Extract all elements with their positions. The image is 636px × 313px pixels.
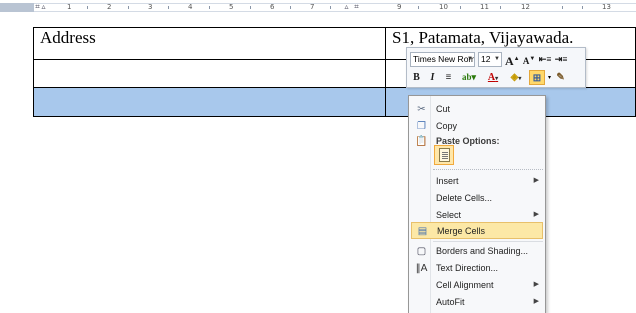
ruler-tick bbox=[168, 6, 169, 9]
grow-font-icon: A bbox=[505, 53, 514, 68]
ruler-indent-marker[interactable]: ▵ bbox=[343, 2, 350, 12]
ruler-tick bbox=[460, 6, 461, 9]
copy-icon: ❐ bbox=[417, 121, 426, 132]
chevron-down-icon[interactable]: ▾ bbox=[548, 74, 551, 81]
decrease-indent-icon[interactable]: ⇤≡ bbox=[539, 52, 552, 67]
ruler-number: 1 bbox=[67, 3, 72, 11]
ruler-tick bbox=[87, 6, 88, 9]
ruler-number: 9 bbox=[397, 3, 402, 11]
font-size-dropdown[interactable]: 12 ▼ bbox=[478, 51, 502, 67]
horizontal-ruler[interactable]: ⌗ ▵ 1 2 3 4 5 6 7 ▵ ⌗ 9 10 11 12 13 bbox=[0, 0, 636, 14]
mini-toolbar-row-top: Times New Rom ▼ 12 ▼ A▲ A▼ ⇤≡ ⇥≡ bbox=[410, 51, 568, 68]
submenu-arrow-icon: ▶ bbox=[533, 281, 539, 288]
bold-button[interactable]: B bbox=[410, 70, 423, 85]
menu-item-label: Delete Cells... bbox=[436, 193, 493, 203]
font-size-value: 12 bbox=[481, 53, 491, 64]
borders-icon[interactable]: ⊞ bbox=[529, 69, 545, 85]
menu-item-label: Copy bbox=[436, 121, 458, 131]
align-center-icon[interactable]: ≡ bbox=[442, 70, 455, 85]
ruler-margin bbox=[0, 3, 34, 12]
menu-item-label: Cell Alignment bbox=[436, 280, 494, 290]
ruler-tick bbox=[582, 6, 583, 9]
clipboard-icon: 📋 bbox=[415, 136, 428, 147]
scissors-icon: ✂ bbox=[417, 104, 426, 115]
shrink-font-button[interactable]: A▼ bbox=[523, 52, 536, 67]
ruler-number: 10 bbox=[439, 3, 448, 11]
ruler-number: 5 bbox=[229, 3, 234, 11]
ruler-number: 4 bbox=[188, 3, 193, 11]
ruler-number: 7 bbox=[310, 3, 315, 11]
ruler-tick bbox=[250, 6, 251, 9]
shading-icon[interactable]: ◈▾ bbox=[506, 70, 526, 85]
mini-toolbar: Times New Rom ▼ 12 ▼ A▲ A▼ ⇤≡ ⇥≡ B I ≡ a… bbox=[406, 47, 586, 88]
ruler-column-marker[interactable]: ⌗ bbox=[353, 2, 360, 12]
chevron-down-icon: ▼ bbox=[494, 55, 500, 62]
paste-document-icon bbox=[439, 148, 450, 162]
ruler-tick bbox=[209, 6, 210, 9]
text-direction-icon: ‖A bbox=[415, 263, 428, 274]
menu-item-merge-cells[interactable]: ▤ Merge Cells bbox=[411, 222, 543, 239]
menu-item-label: Borders and Shading... bbox=[436, 246, 529, 256]
ruler-number: 13 bbox=[602, 3, 611, 11]
font-name-dropdown[interactable]: Times New Rom ▼ bbox=[410, 51, 475, 67]
ruler-tick bbox=[128, 6, 129, 9]
italic-button[interactable]: I bbox=[426, 70, 439, 85]
menu-item-label: Cut bbox=[436, 104, 451, 114]
format-painter-icon[interactable]: ✎ bbox=[554, 70, 567, 85]
menu-item-cell-alignment[interactable]: Cell Alignment ▶ bbox=[411, 277, 543, 294]
ruler-tick bbox=[330, 6, 331, 9]
merge-cells-icon: ▤ bbox=[417, 226, 428, 237]
menu-item-label: AutoFit bbox=[436, 297, 465, 307]
highlight-color-icon[interactable]: ab▾ bbox=[458, 70, 480, 85]
menu-separator bbox=[433, 169, 543, 170]
font-name-value: Times New Rom bbox=[413, 53, 475, 64]
menu-item-label: Merge Cells bbox=[437, 226, 486, 236]
borders-shading-icon: ▢ bbox=[416, 246, 427, 257]
ruler-tick bbox=[562, 6, 563, 9]
submenu-arrow-icon: ▶ bbox=[533, 211, 539, 218]
increase-indent-icon[interactable]: ⇥≡ bbox=[555, 52, 568, 67]
ruler-indent-marker[interactable]: ▵ bbox=[40, 2, 47, 12]
menu-item-text-direction[interactable]: ‖A Text Direction... bbox=[411, 260, 543, 277]
ruler-number: 6 bbox=[270, 3, 275, 11]
menu-item-label: Select bbox=[436, 210, 462, 220]
context-menu: ✂ Cut ❐ Copy 📋 Paste Options: Insert ▶ D… bbox=[408, 95, 546, 313]
paste-options-header: 📋 Paste Options: bbox=[411, 133, 543, 150]
menu-item-insert[interactable]: Insert ▶ bbox=[411, 173, 543, 190]
menu-item-label: Insert bbox=[436, 176, 459, 186]
ruler-number: 3 bbox=[148, 3, 153, 11]
menu-item-cut[interactable]: ✂ Cut bbox=[411, 101, 543, 118]
ruler-number: 2 bbox=[107, 3, 112, 11]
table-cell[interactable]: Address bbox=[33, 27, 386, 60]
selected-table-cell[interactable] bbox=[33, 87, 386, 117]
ruler-number: 12 bbox=[521, 3, 530, 11]
menu-item-label: Text Direction... bbox=[436, 263, 499, 273]
submenu-arrow-icon: ▶ bbox=[533, 177, 539, 184]
chevron-down-icon: ▼ bbox=[467, 55, 473, 62]
ruler-track bbox=[34, 3, 636, 12]
menu-item-delete-cells[interactable]: Delete Cells... bbox=[411, 190, 543, 207]
grow-font-button[interactable]: A▲ bbox=[505, 52, 520, 68]
ruler-tick bbox=[500, 6, 501, 9]
paste-keep-formatting-button[interactable] bbox=[434, 145, 454, 165]
table-cell[interactable] bbox=[33, 59, 386, 88]
submenu-arrow-icon: ▶ bbox=[533, 298, 539, 305]
ruler-tick bbox=[418, 6, 419, 9]
font-color-button[interactable]: A▾ bbox=[483, 70, 503, 85]
mini-toolbar-row-bottom: B I ≡ ab▾ A▾ ◈▾ ⊞ ▾ ✎ bbox=[410, 69, 567, 85]
ruler-tick bbox=[290, 6, 291, 9]
menu-item-borders-shading[interactable]: ▢ Borders and Shading... bbox=[411, 243, 543, 260]
menu-item-autofit[interactable]: AutoFit ▶ bbox=[411, 294, 543, 311]
ruler-number: 11 bbox=[480, 3, 489, 11]
menu-separator bbox=[433, 241, 543, 242]
